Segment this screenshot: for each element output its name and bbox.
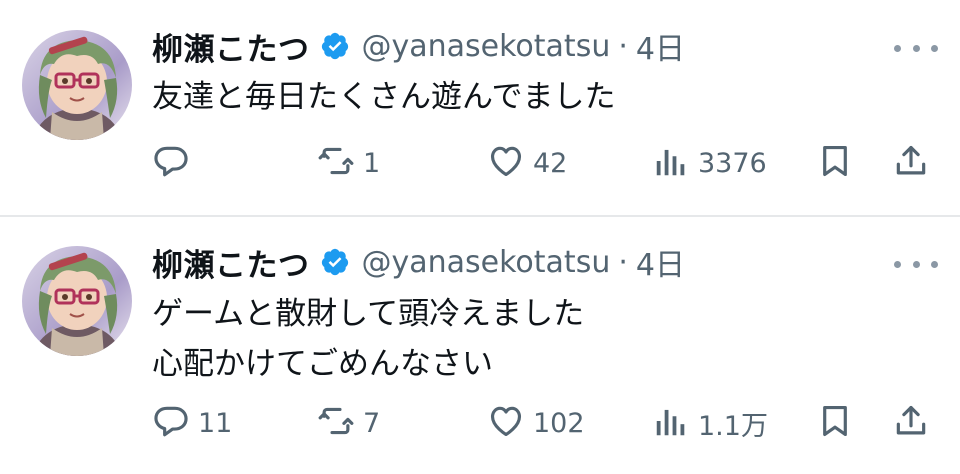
tweet-text: ゲームと散財して頭冷えました 心配かけてごめんなさい <box>152 289 584 389</box>
views-button[interactable]: 3376 <box>652 138 767 188</box>
bookmark-button[interactable] <box>816 138 854 188</box>
view-count: 1.1万 <box>698 410 768 442</box>
like-button[interactable]: 42 <box>487 138 567 188</box>
like-count: 102 <box>533 407 585 439</box>
retweet-button[interactable]: 7 <box>317 398 380 448</box>
bookmark-icon <box>816 142 854 184</box>
like-count: 42 <box>533 147 568 179</box>
display-name[interactable]: 柳瀬こたつ <box>152 240 310 285</box>
display-name[interactable]: 柳瀬こたつ <box>152 24 310 69</box>
tweet-text: 友達と毎日たくさん遊んでました <box>152 72 615 122</box>
views-icon <box>652 142 690 184</box>
retweet-icon <box>317 142 355 184</box>
like-icon <box>487 402 525 444</box>
timestamp[interactable]: 4日 <box>636 24 685 68</box>
tweet-text-line: ゲームと散財して頭冷えました <box>152 296 585 332</box>
avatar[interactable] <box>22 30 132 140</box>
avatar[interactable] <box>22 246 132 356</box>
share-icon <box>892 402 930 444</box>
bookmark-icon <box>816 402 854 444</box>
share-button[interactable] <box>892 398 930 448</box>
action-bar: 11 7 102 1.1万 <box>152 398 942 448</box>
more-icon[interactable] <box>894 38 938 58</box>
tweet[interactable]: 柳瀬こたつ @yanasekotatsu · 4日 友達と毎日たくさん遊んでまし… <box>0 0 960 215</box>
reply-icon <box>152 402 190 444</box>
handle[interactable]: @yanasekotatsu <box>362 245 611 280</box>
tweet-header: 柳瀬こたつ @yanasekotatsu · 4日 <box>152 24 685 69</box>
reply-button[interactable] <box>152 138 198 188</box>
share-button[interactable] <box>892 138 930 188</box>
bookmark-button[interactable] <box>816 398 854 448</box>
reply-icon <box>152 142 190 184</box>
like-icon <box>487 142 525 184</box>
verified-icon <box>320 31 350 61</box>
tweet-text-line: 友達と毎日たくさん遊んでました <box>152 79 616 115</box>
reply-count: 11 <box>198 407 233 439</box>
separator: · <box>618 28 628 64</box>
verified-icon <box>320 247 350 277</box>
reply-button[interactable]: 11 <box>152 398 232 448</box>
views-icon <box>652 402 690 444</box>
like-button[interactable]: 102 <box>487 398 585 448</box>
retweet-count: 7 <box>363 407 381 439</box>
retweet-count: 1 <box>363 147 381 179</box>
tweet-header: 柳瀬こたつ @yanasekotatsu · 4日 <box>152 240 685 285</box>
more-icon[interactable] <box>894 254 938 274</box>
timestamp[interactable]: 4日 <box>636 240 685 284</box>
view-count: 3376 <box>698 147 767 179</box>
action-bar: 1 42 3376 <box>152 138 942 188</box>
views-button[interactable]: 1.1万 <box>652 398 768 448</box>
retweet-button[interactable]: 1 <box>317 138 380 188</box>
share-icon <box>892 142 930 184</box>
tweet-text-line: 心配かけてごめんなさい <box>152 346 493 382</box>
handle[interactable]: @yanasekotatsu <box>362 29 611 64</box>
tweet[interactable]: 柳瀬こたつ @yanasekotatsu · 4日 ゲームと散財して頭冷えました… <box>0 217 960 474</box>
retweet-icon <box>317 402 355 444</box>
separator: · <box>618 244 628 280</box>
